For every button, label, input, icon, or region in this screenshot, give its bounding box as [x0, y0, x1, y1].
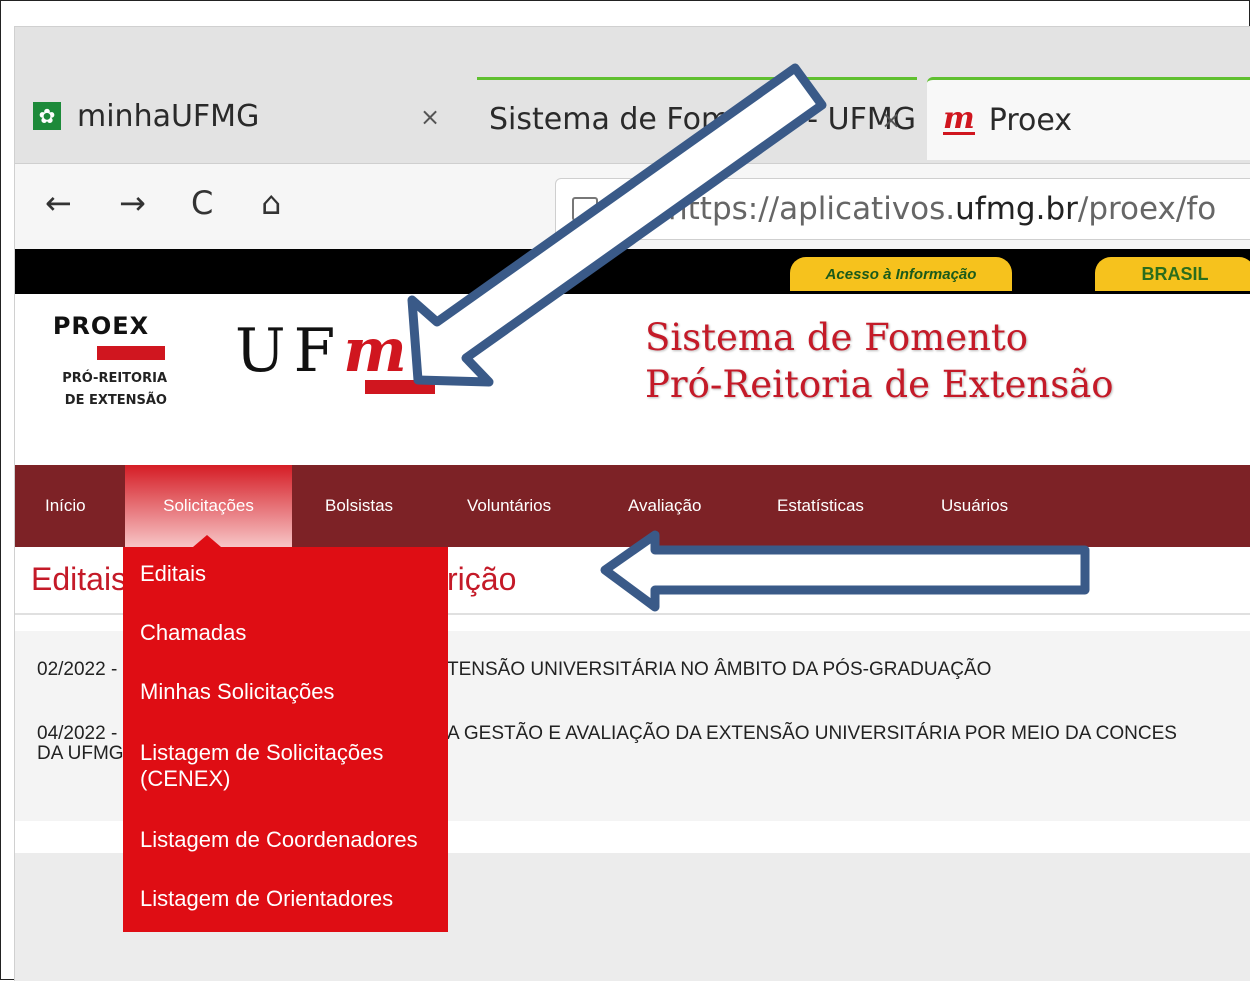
menu-item-listagem-coordenadores[interactable]: Listagem de Coordenadores [140, 827, 440, 853]
list-item-date[interactable]: 04/2022 - [37, 723, 117, 745]
home-icon[interactable]: ⌂ [261, 184, 281, 222]
tab-proex[interactable]: m Proex [927, 77, 1250, 160]
ufmg-logo-m: m [343, 316, 415, 386]
tab-title: Sistema de Fomento - UFMG [489, 101, 917, 137]
tab-title: minhaUFMG [77, 98, 260, 134]
dropdown-caret [193, 535, 221, 547]
nav-bolsistas[interactable]: Bolsistas [325, 465, 393, 547]
gov-bar: Acesso à Informação BRASIL [15, 249, 1250, 294]
tab-minhaufmg[interactable]: ✿ minhaUFMG × [15, 77, 460, 155]
url-scheme: https://aplicativos. [668, 191, 956, 227]
tab-strip: ✿ minhaUFMG × Sistema de Fomento - UFMG … [15, 27, 1250, 165]
proex-logo[interactable]: PROEX PRÓ-REITORIA DE EXTENSÃO [35, 312, 167, 412]
menu-item-listagem-orientadores[interactable]: Listagem de Orientadores [140, 886, 440, 912]
ufmg-logo-bar [365, 380, 435, 394]
nav-avaliacao[interactable]: Avaliação [628, 465, 701, 547]
browser-toolbar: ← → C ⌂ https://aplicativos. ufmg.br/proe… [15, 163, 1250, 250]
lock-icon [572, 197, 598, 221]
back-arrow-icon[interactable]: ← [45, 184, 72, 222]
list-item-title[interactable]: TENSÃO UNIVERSITÁRIA NO ÂMBITO DA PÓS-GR… [447, 659, 991, 681]
list-item-title[interactable]: A GESTÃO E AVALIAÇÃO DA EXTENSÃO UNIVERS… [447, 723, 1177, 745]
browser-window: ✿ minhaUFMG × Sistema de Fomento - UFMG … [14, 26, 1250, 981]
list-item-sub[interactable]: DA UFMG [37, 743, 124, 765]
nav-usuarios[interactable]: Usuários [941, 465, 1008, 547]
proex-logo-text: PROEX [52, 312, 150, 340]
nav-voluntarios[interactable]: Voluntários [467, 465, 551, 547]
address-bar[interactable]: https://aplicativos. ufmg.br/proex/fo [555, 178, 1250, 240]
proex-logo-sub2: DE EXTENSÃO [64, 393, 167, 408]
nav-inicio[interactable]: Início [45, 465, 86, 547]
tab-title: Proex [988, 102, 1073, 138]
acesso-informacao-link[interactable]: Acesso à Informação [790, 257, 1012, 291]
system-title: Sistema de Fomento Pró-Reitoria de Exten… [645, 314, 1114, 408]
ufmg-logo-right: G [414, 316, 471, 386]
tab-sistema-fomento[interactable]: Sistema de Fomento - UFMG × [477, 77, 917, 158]
menu-item-minhas-solicitacoes[interactable]: Minhas Solicitações [140, 679, 440, 705]
forward-arrow-icon[interactable]: → [119, 184, 146, 222]
brasil-link[interactable]: BRASIL [1095, 257, 1250, 291]
ufmg-logo[interactable]: UFmG [235, 316, 471, 386]
system-title-line1: Sistema de Fomento [645, 316, 1029, 359]
m-logo-icon: m [943, 100, 975, 136]
page-title-right: rição [447, 561, 517, 597]
url-path: /proex/fo [1077, 191, 1217, 227]
ufmg-leaf-icon: ✿ [33, 102, 61, 130]
proex-logo-sub1: PRÓ-REITORIA [62, 371, 167, 386]
close-icon[interactable]: × [881, 106, 901, 134]
ufmg-logo-left: UF [235, 316, 344, 386]
system-title-line2: Pró-Reitoria de Extensão [645, 363, 1114, 406]
page-title-left: Editais [31, 561, 128, 597]
nav-estatisticas[interactable]: Estatísticas [777, 465, 864, 547]
proex-logo-bar [97, 346, 165, 360]
solicitacoes-dropdown: Editais Chamadas Minhas Solicitações Lis… [123, 535, 448, 932]
list-item-date[interactable]: 02/2022 - [37, 659, 117, 681]
site-header: PROEX PRÓ-REITORIA DE EXTENSÃO UFmG Sist… [15, 294, 1250, 466]
menu-item-editais[interactable]: Editais [140, 561, 440, 587]
close-icon[interactable]: × [420, 103, 440, 131]
menu-item-listagem-solicitacoes[interactable]: Listagem de Solicitações (CENEX) [140, 740, 440, 792]
reload-icon[interactable]: C [191, 184, 213, 222]
menu-item-chamadas[interactable]: Chamadas [140, 620, 440, 646]
url-domain: ufmg.br [955, 191, 1078, 227]
